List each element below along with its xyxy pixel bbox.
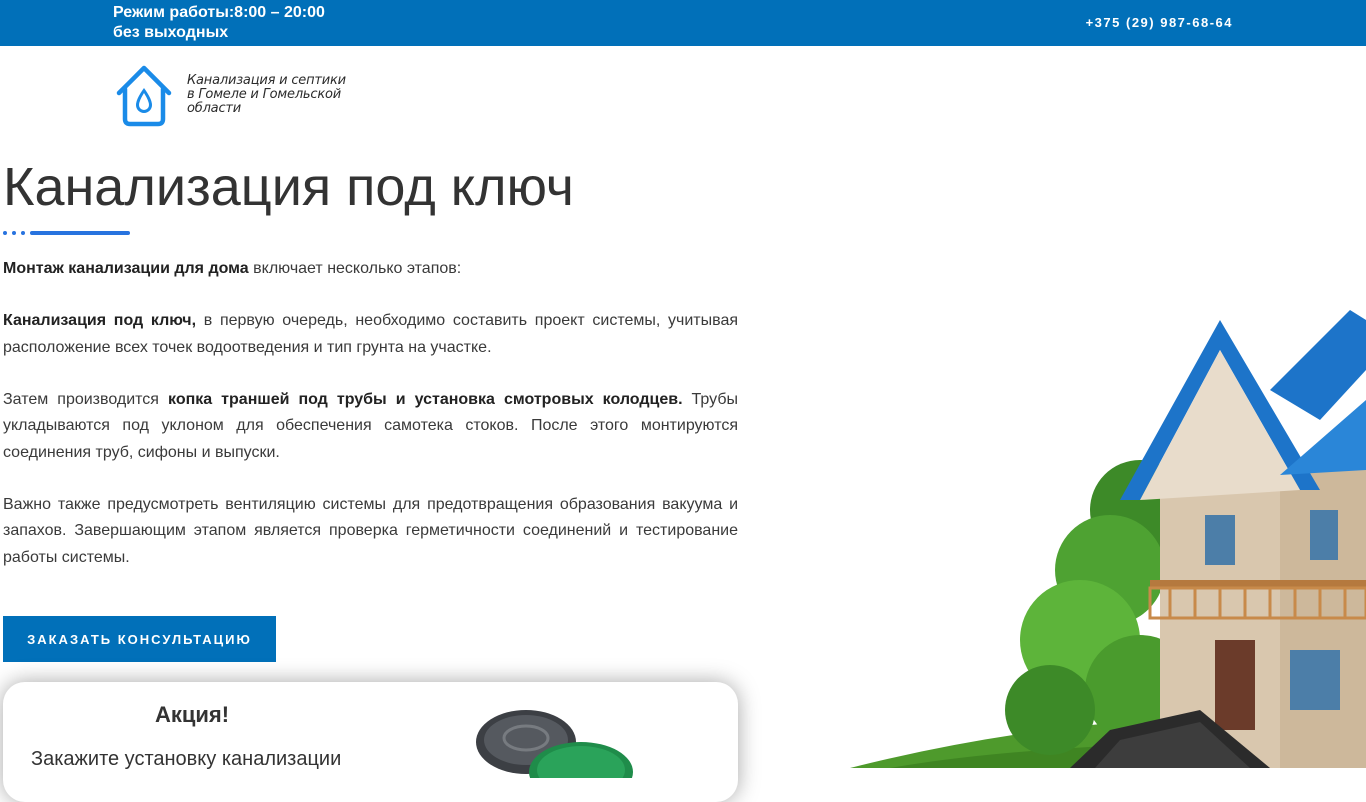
logo-line3: области — [187, 101, 242, 116]
top-bar: Режим работы:8:00 – 20:00 без выходных +… — [0, 0, 1366, 46]
logo-text: Канализация и септики в Гомеле и Гомельс… — [187, 74, 346, 116]
promo-card: Акция! Закажите установку канализации — [3, 682, 738, 802]
order-consultation-button[interactable]: ЗАКАЗАТЬ КОНСУЛЬТАЦИЮ — [3, 616, 276, 662]
paragraph-trenches: Затем производится копка траншей под тру… — [3, 390, 738, 461]
paragraph-project: Канализация под ключ, в первую очередь, … — [3, 312, 739, 356]
logo-line2: в Гомеле и Гомельской — [187, 87, 341, 102]
working-hours: Режим работы:8:00 – 20:00 без выходных — [113, 3, 325, 43]
house-drop-icon — [116, 65, 172, 127]
logo-line1: Канализация и септики — [187, 73, 346, 88]
paragraph-ventilation: Важно также предусмотреть вентиляцию сис… — [3, 495, 738, 566]
page-title: Канализация под ключ — [3, 157, 574, 217]
title-divider — [3, 231, 133, 235]
hero-description: Монтаж канализации для дома включает нес… — [3, 256, 738, 597]
promo-title: Акция! — [154, 702, 230, 727]
paragraph-intro: Монтаж канализации для дома включает нес… — [3, 260, 462, 277]
phone-link[interactable]: +375 (29) 987-68-64 — [1086, 15, 1233, 30]
house-illustration — [850, 310, 1366, 768]
working-hours-line1: Режим работы:8:00 – 20:00 — [113, 4, 325, 21]
site-logo[interactable]: Канализация и септики в Гомеле и Гомельс… — [113, 62, 373, 128]
working-hours-line2: без выходных — [113, 24, 229, 41]
